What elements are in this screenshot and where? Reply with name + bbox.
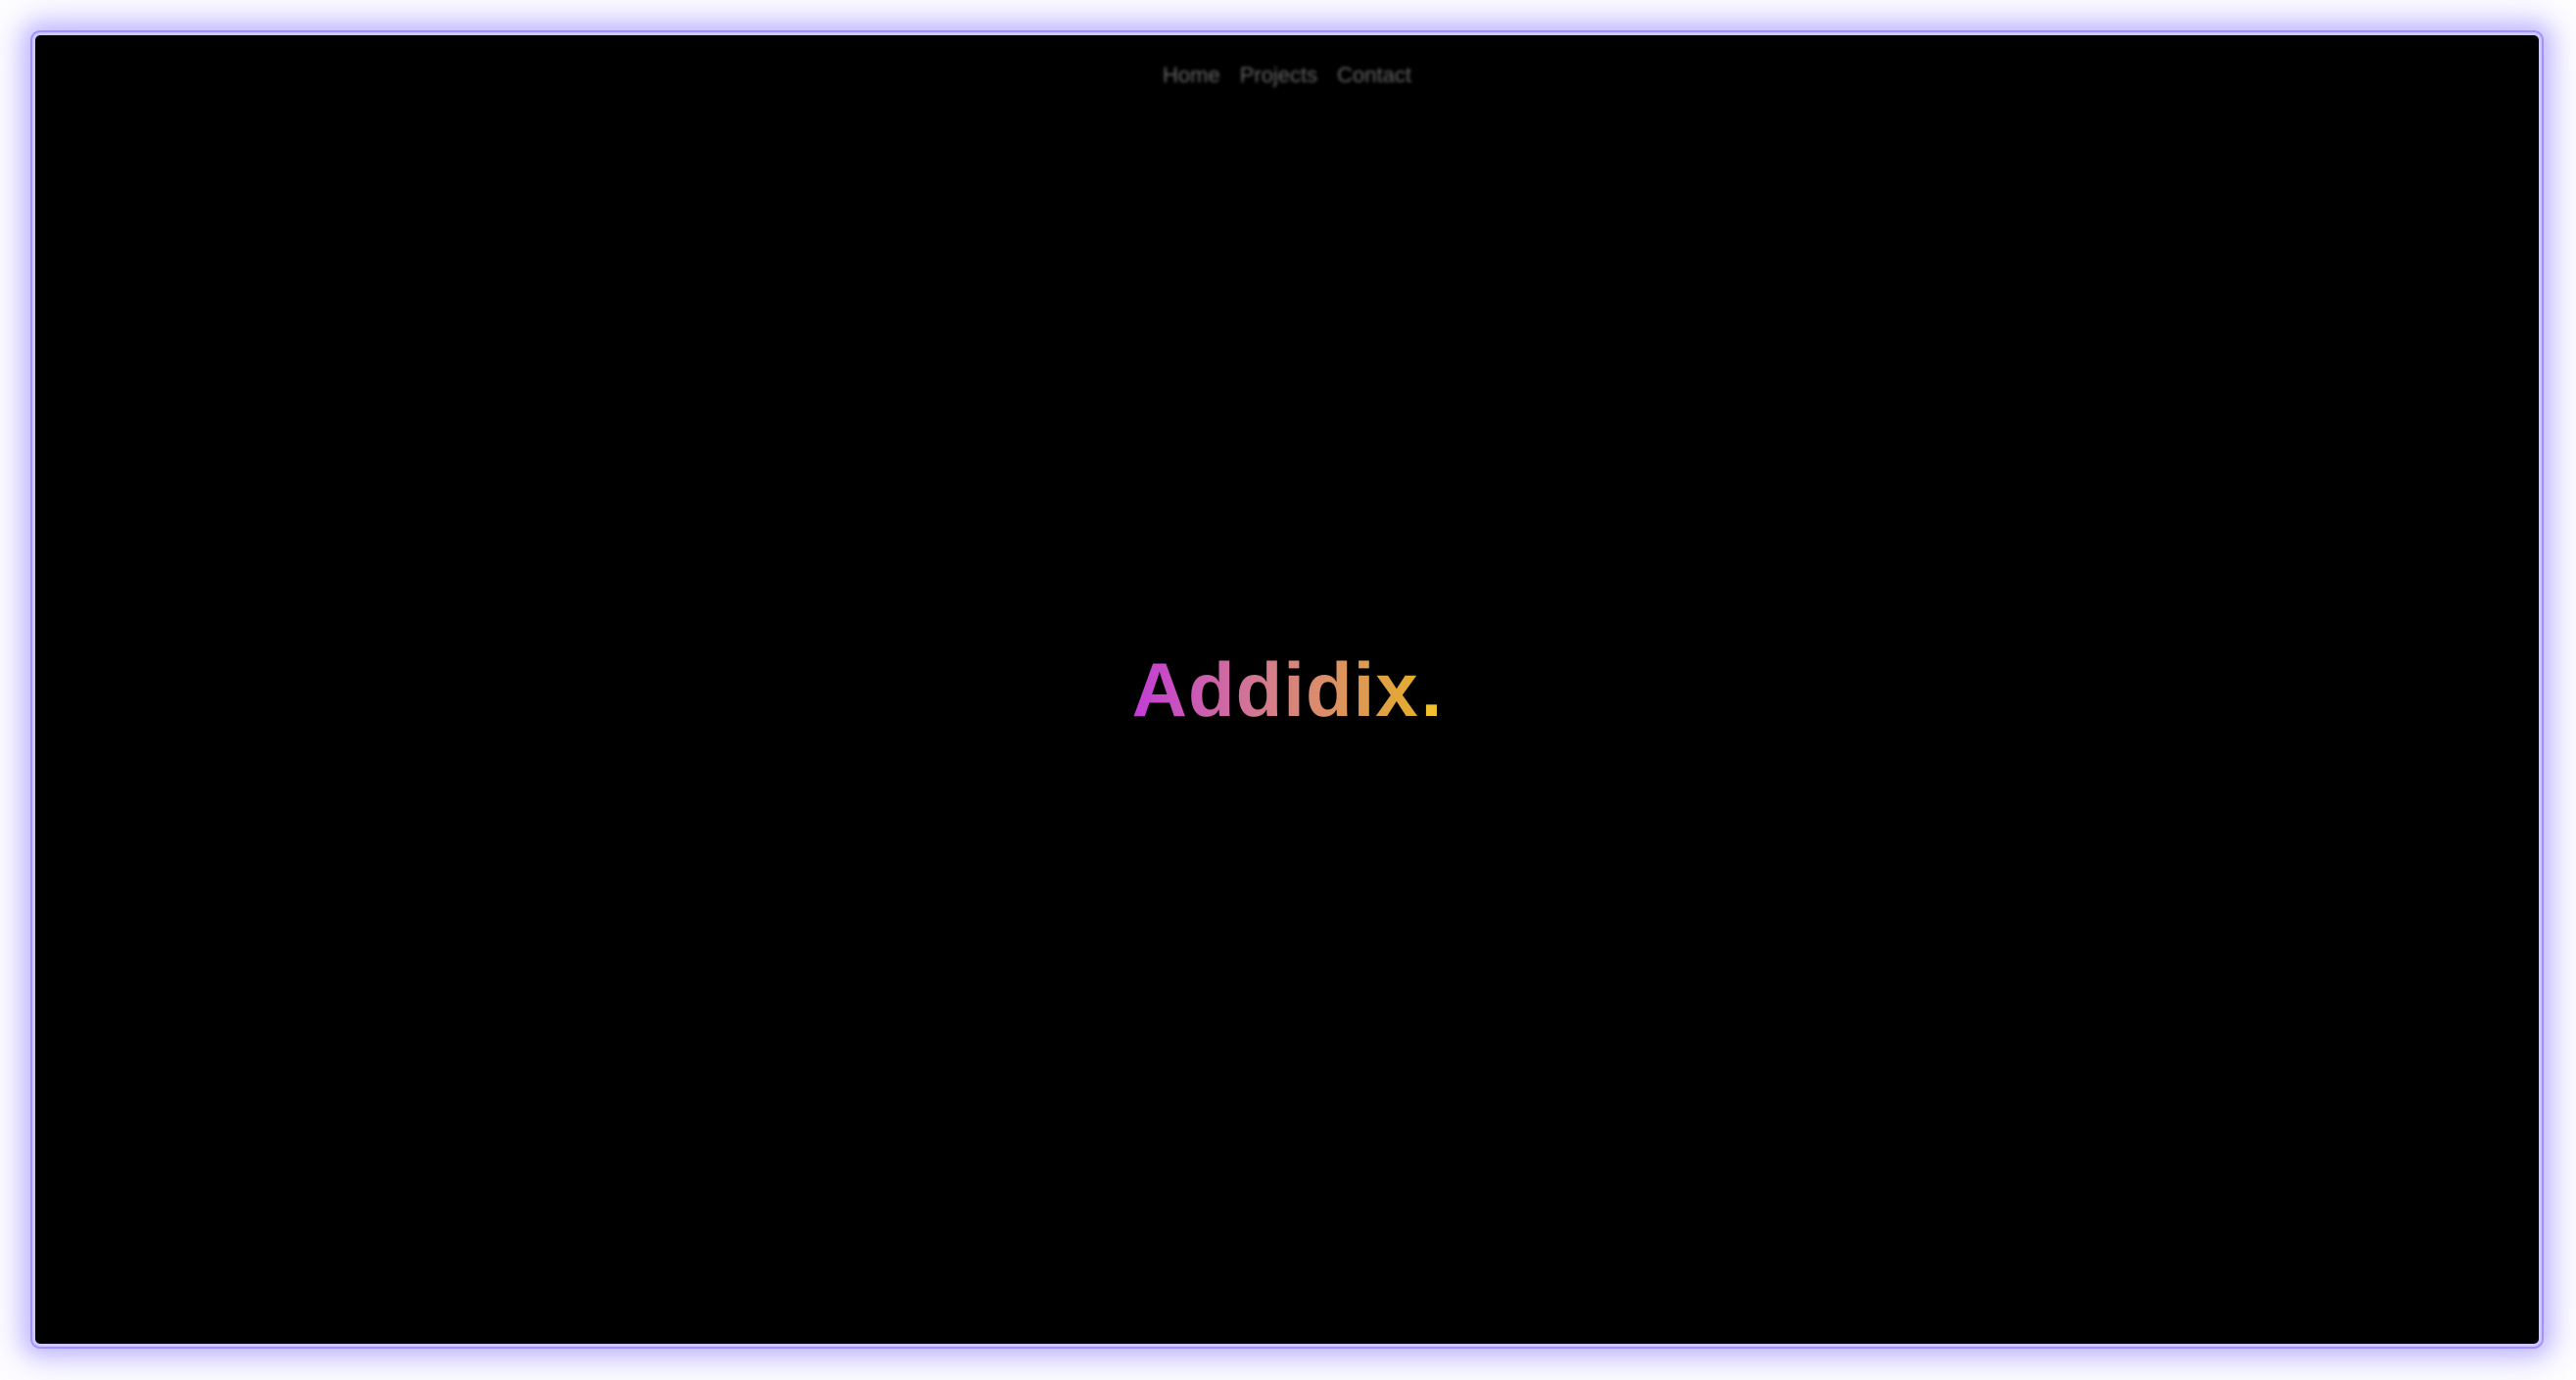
- app-window: Home Projects Contact Addidix .: [32, 32, 2542, 1347]
- brand-wordmark: Addidix: [1131, 646, 1419, 733]
- brand-dot: .: [1420, 646, 1443, 733]
- hero-logo: Addidix .: [1132, 651, 1443, 728]
- nav-link-projects[interactable]: Projects: [1240, 63, 1317, 88]
- nav-link-contact[interactable]: Contact: [1337, 63, 1411, 88]
- nav-link-home[interactable]: Home: [1163, 63, 1220, 88]
- top-navigation: Home Projects Contact: [1163, 63, 1411, 88]
